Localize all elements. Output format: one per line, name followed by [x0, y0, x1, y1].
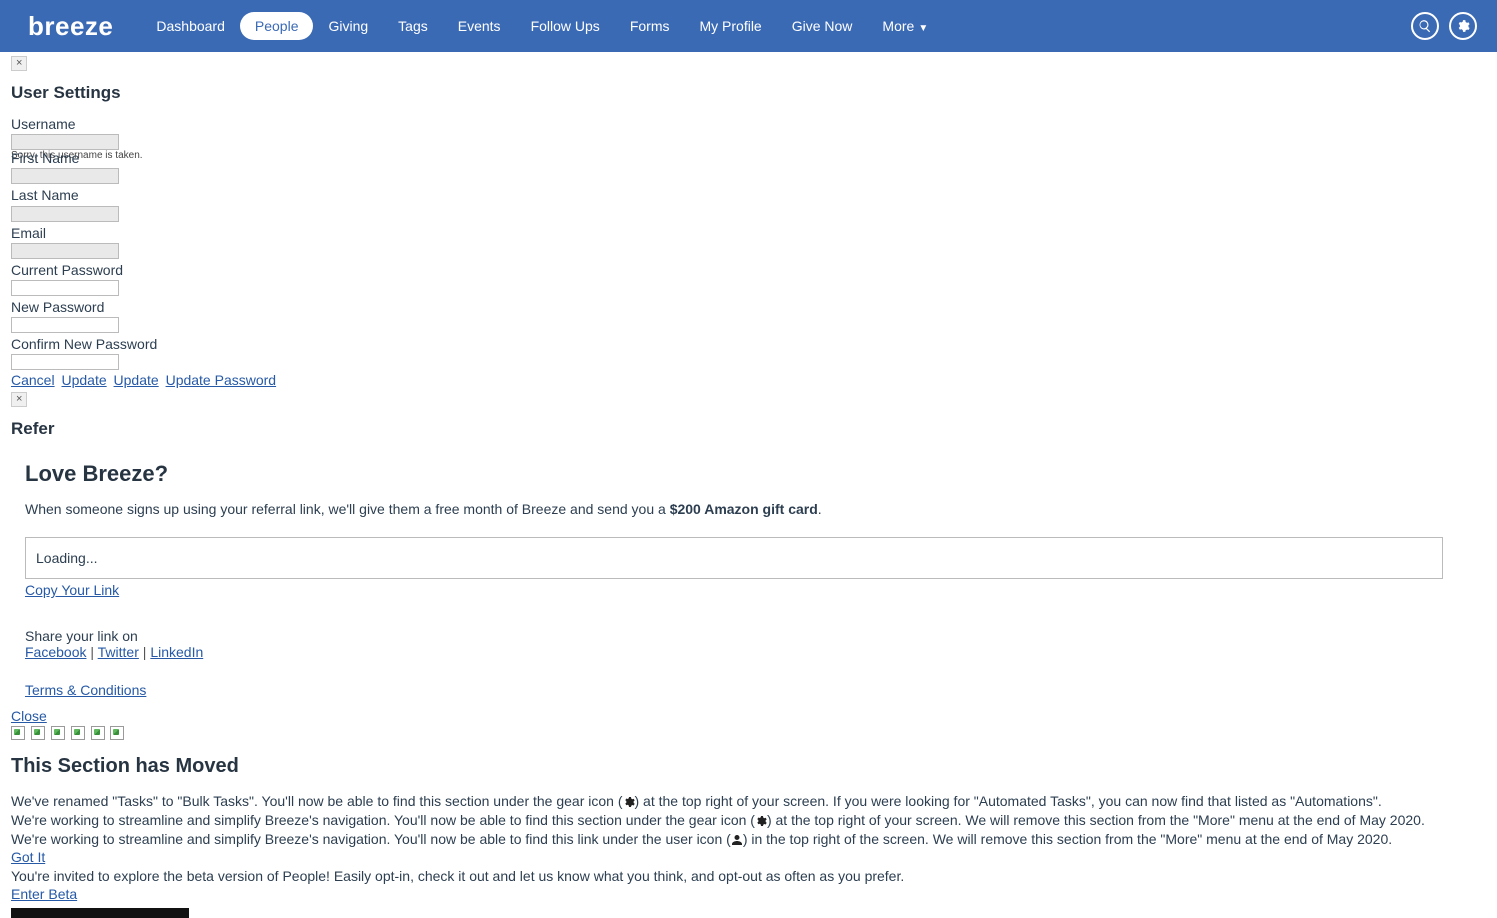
close-link[interactable]: Close: [11, 708, 47, 724]
nav-giving[interactable]: Giving: [313, 12, 383, 40]
currentpw-label: Current Password: [11, 261, 1497, 279]
email-label: Email: [11, 224, 1497, 242]
share-facebook-link[interactable]: Facebook: [25, 644, 86, 660]
moved-paragraph-3: We're working to streamline and simplify…: [11, 830, 1497, 849]
moved-p1b: ) at the top right of your screen. If yo…: [635, 793, 1382, 809]
current-password-input[interactable]: [11, 280, 119, 296]
username-label: Username: [11, 115, 1497, 133]
refer-description: When someone signs up using your referra…: [25, 501, 1497, 517]
update-link-2[interactable]: Update: [114, 372, 159, 388]
refer-desc-post: .: [818, 501, 822, 517]
refer-desc-pre: When someone signs up using your referra…: [25, 501, 670, 517]
nav-followups[interactable]: Follow Ups: [516, 12, 615, 40]
moved-heading: This Section has Moved: [11, 755, 1497, 778]
share-label: Share your link on: [25, 628, 1497, 644]
broken-image-icon: [71, 726, 85, 740]
moved-paragraph-1: We've renamed "Tasks" to "Bulk Tasks". Y…: [11, 792, 1497, 811]
close-x-button-2[interactable]: ×: [11, 392, 27, 407]
share-twitter-link[interactable]: Twitter: [98, 644, 139, 660]
gear-icon: [623, 796, 635, 808]
copy-link[interactable]: Copy Your Link: [25, 582, 119, 598]
nav-icons: [1411, 12, 1477, 40]
refer-desc-bold: $200 Amazon gift card: [670, 501, 818, 517]
moved-p3b: ) in the top right of the screen. We wil…: [743, 831, 1392, 847]
got-it-link[interactable]: Got It: [11, 849, 45, 865]
gear-icon: [1456, 19, 1470, 33]
referral-link-box[interactable]: Loading...: [25, 537, 1443, 579]
search-icon: [1418, 19, 1432, 33]
broken-image-icon: [110, 726, 124, 740]
nav-more-label: More: [882, 18, 914, 34]
moved-p2a: We're working to streamline and simplify…: [11, 812, 755, 828]
nav-forms[interactable]: Forms: [615, 12, 685, 40]
broken-image-icon: [51, 726, 65, 740]
update-link-1[interactable]: Update: [61, 372, 106, 388]
logo: breeze: [28, 11, 113, 42]
confirmpw-label: Confirm New Password: [11, 335, 1497, 353]
action-links: Cancel Update Update Update Password: [11, 372, 1497, 388]
refer-heading: Refer: [11, 419, 1497, 439]
lastname-input[interactable]: [11, 206, 119, 222]
broken-image-icon: [31, 726, 45, 740]
chevron-down-icon: ▼: [918, 23, 928, 34]
firstname-input[interactable]: [11, 168, 119, 184]
broken-image-row: [11, 726, 1497, 743]
nav-events[interactable]: Events: [443, 12, 516, 40]
beta-invite: You're invited to explore the beta versi…: [11, 867, 1497, 886]
lastname-label: Last Name: [11, 186, 1497, 204]
nav-givenow[interactable]: Give Now: [777, 12, 868, 40]
nav-dashboard[interactable]: Dashboard: [141, 12, 240, 40]
user-icon: [731, 834, 743, 846]
enter-beta-link[interactable]: Enter Beta: [11, 886, 77, 902]
gear-icon: [755, 815, 767, 827]
username-input[interactable]: [11, 134, 119, 150]
search-button[interactable]: [1411, 12, 1439, 40]
confirm-password-input[interactable]: [11, 354, 119, 370]
user-settings-heading: User Settings: [11, 83, 1497, 103]
cancel-link[interactable]: Cancel: [11, 372, 55, 388]
broken-image-icon: [91, 726, 105, 740]
share-linkedin-link[interactable]: LinkedIn: [150, 644, 203, 660]
refer-title: Love Breeze?: [25, 461, 1497, 487]
nav-tags[interactable]: Tags: [383, 12, 443, 40]
moved-p2b: ) at the top right of your screen. We wi…: [767, 812, 1425, 828]
terms-link[interactable]: Terms & Conditions: [25, 682, 146, 698]
nav-myprofile[interactable]: My Profile: [684, 12, 776, 40]
new-password-input[interactable]: [11, 317, 119, 333]
nav-more[interactable]: More ▼: [867, 12, 943, 40]
moved-p3a: We're working to streamline and simplify…: [11, 831, 731, 847]
broken-image-icon: [11, 726, 25, 740]
separator: |: [90, 644, 97, 660]
nav-links: Dashboard People Giving Tags Events Foll…: [141, 12, 943, 40]
moved-paragraph-2: We're working to streamline and simplify…: [11, 811, 1497, 830]
settings-button[interactable]: [1449, 12, 1477, 40]
redacted-bar: [11, 908, 189, 918]
update-password-link[interactable]: Update Password: [166, 372, 277, 388]
top-nav: breeze Dashboard People Giving Tags Even…: [0, 0, 1497, 52]
moved-p1a: We've renamed "Tasks" to "Bulk Tasks". Y…: [11, 793, 623, 809]
newpw-label: New Password: [11, 298, 1497, 316]
close-x-button-1[interactable]: ×: [11, 56, 27, 71]
firstname-label: First Name: [11, 149, 1497, 167]
email-input[interactable]: [11, 243, 119, 259]
nav-people[interactable]: People: [240, 12, 314, 40]
